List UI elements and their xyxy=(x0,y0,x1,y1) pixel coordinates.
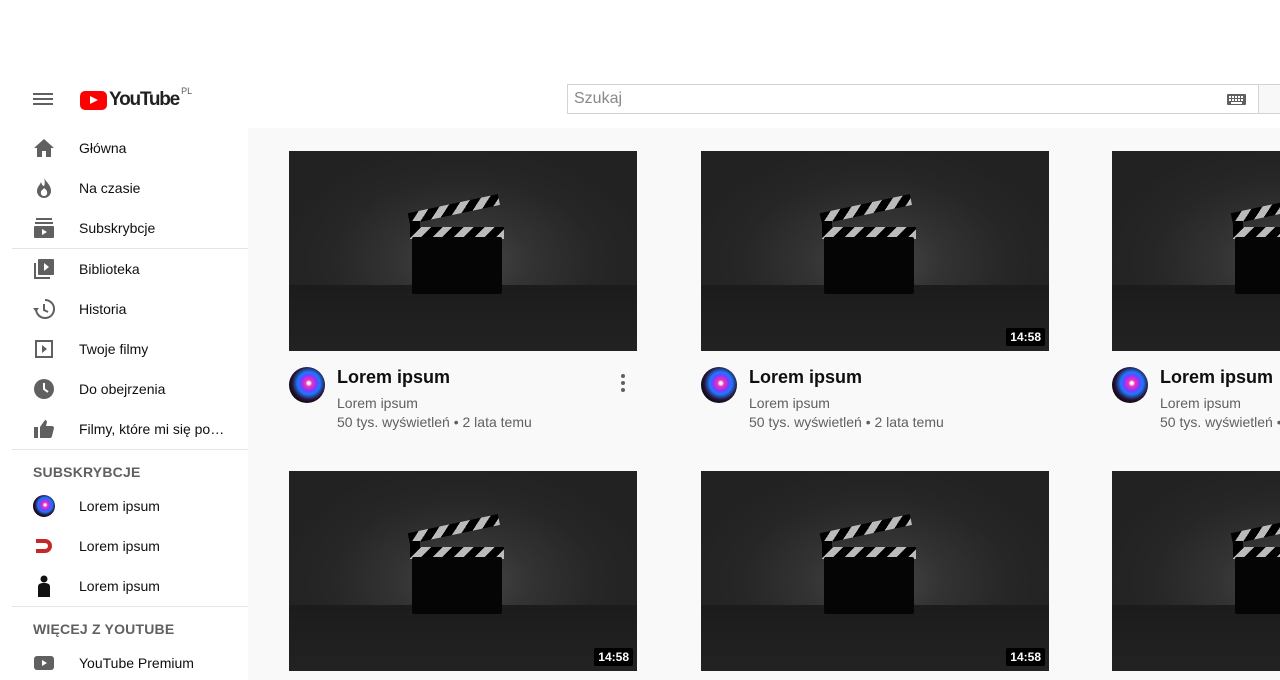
duration-badge: 14:58 xyxy=(594,648,633,666)
video-thumbnail[interactable] xyxy=(289,151,637,351)
channel-avatar[interactable] xyxy=(1112,367,1148,403)
sidebar-item-library[interactable]: Biblioteka xyxy=(12,249,248,289)
trending-icon xyxy=(32,176,56,200)
duration-badge: 14:58 xyxy=(1006,328,1045,346)
clapperboard-icon xyxy=(407,514,504,617)
library-icon xyxy=(32,257,56,281)
sidebar-item-label: Subskrybcje xyxy=(79,220,156,236)
video-thumbnail[interactable]: 14:58 xyxy=(701,151,1049,351)
person-icon xyxy=(32,574,56,598)
watch-later-icon xyxy=(32,377,56,401)
logo-text: YouTube xyxy=(109,89,180,110)
video-meta: Lorem ipsum Lorem ipsum 50 tys. wyświetl… xyxy=(1112,367,1280,437)
more-options-icon[interactable] xyxy=(615,371,631,395)
sidebar-item-label: Lorem ipsum xyxy=(79,498,160,514)
video-title[interactable]: Lorem ipsum xyxy=(337,367,450,388)
video-stats: 50 tys. wyświetleń • 2 lata temu xyxy=(1160,414,1280,430)
video-stats: 50 tys. wyświetleń • 2 lata temu xyxy=(337,414,532,430)
sidebar-item-history[interactable]: Historia xyxy=(12,289,248,329)
sidebar-item-label: Lorem ipsum xyxy=(79,538,160,554)
sidebar-item-watch-later[interactable]: Do obejrzenia xyxy=(12,369,248,409)
subscriptions-section-title: SUBSKRYBCJE xyxy=(33,464,141,480)
sidebar-item-label: Biblioteka xyxy=(79,261,140,277)
your-videos-icon xyxy=(32,337,56,361)
magnet-icon xyxy=(32,534,56,558)
clapperboard-icon xyxy=(819,194,916,297)
video-title[interactable]: Lorem ipsum xyxy=(1160,367,1273,388)
video-grid: Lorem ipsum Lorem ipsum 50 tys. wyświetl… xyxy=(248,128,1280,680)
video-thumbnail[interactable]: 14:58 xyxy=(701,471,1049,671)
search-input[interactable] xyxy=(574,85,1214,113)
video-meta: Lorem ipsum Lorem ipsum 50 tys. wyświetl… xyxy=(289,367,637,437)
video-meta: Lorem ipsum Lorem ipsum 50 tys. wyświetl… xyxy=(701,367,1049,437)
duration-badge: 14:58 xyxy=(1006,648,1045,666)
sidebar-item-label: Historia xyxy=(79,301,127,317)
channel-avatar-icon xyxy=(32,494,56,518)
sidebar-subscription-item[interactable]: Lorem ipsum xyxy=(12,566,248,606)
clapperboard-icon xyxy=(819,514,916,617)
youtube-logo[interactable]: YouTube PL xyxy=(80,86,193,111)
video-thumbnail[interactable] xyxy=(1112,151,1280,351)
video-thumbnail[interactable] xyxy=(1112,471,1280,671)
clapperboard-icon xyxy=(1230,194,1280,297)
channel-avatar[interactable] xyxy=(701,367,737,403)
sidebar-item-label: Lorem ipsum xyxy=(79,578,160,594)
sidebar-item-label: Do obejrzenia xyxy=(79,381,166,397)
video-stats: 50 tys. wyświetleń • 2 lata temu xyxy=(749,414,944,430)
sidebar-item-label: Filmy, które mi się podobają xyxy=(79,421,229,437)
clapperboard-icon xyxy=(1230,514,1280,617)
youtube-play-icon xyxy=(80,90,107,110)
sidebar-item-label: Na czasie xyxy=(79,180,141,196)
sidebar-item-trending[interactable]: Na czasie xyxy=(12,168,248,208)
keyboard-icon[interactable] xyxy=(1227,94,1246,105)
sidebar-item-liked[interactable]: Filmy, które mi się podobają xyxy=(12,409,248,449)
home-icon xyxy=(32,136,56,160)
sidebar-item-label: YouTube Premium xyxy=(79,655,194,671)
channel-avatar[interactable] xyxy=(289,367,325,403)
masthead: YouTube PL xyxy=(0,72,1280,128)
sidebar-item-home[interactable]: Główna xyxy=(12,128,248,168)
youtube-premium-icon xyxy=(32,651,56,675)
history-icon xyxy=(32,297,56,321)
sidebar-item-subscriptions[interactable]: Subskrybcje xyxy=(12,208,248,248)
hamburger-menu-icon[interactable] xyxy=(32,90,56,110)
search-box xyxy=(567,84,1259,114)
video-title[interactable]: Lorem ipsum xyxy=(749,367,862,388)
sidebar: Główna Na czasie Subskrybcje Biblioteka … xyxy=(12,128,248,680)
video-thumbnail[interactable]: 14:58 xyxy=(289,471,637,671)
channel-name[interactable]: Lorem ipsum xyxy=(749,395,830,411)
sidebar-item-label: Główna xyxy=(79,140,127,156)
search-button[interactable] xyxy=(1259,84,1280,114)
logo-region: PL xyxy=(181,86,193,96)
sidebar-subscription-item[interactable]: Lorem ipsum xyxy=(12,486,248,526)
channel-name[interactable]: Lorem ipsum xyxy=(1160,395,1241,411)
sidebar-item-youtube-premium[interactable]: YouTube Premium xyxy=(12,643,248,680)
channel-name[interactable]: Lorem ipsum xyxy=(337,395,418,411)
clapperboard-icon xyxy=(407,194,504,297)
sidebar-item-your-videos[interactable]: Twoje filmy xyxy=(12,329,248,369)
sidebar-item-label: Twoje filmy xyxy=(79,341,149,357)
sidebar-subscription-item[interactable]: Lorem ipsum xyxy=(12,526,248,566)
liked-icon xyxy=(32,417,56,441)
subscriptions-icon xyxy=(32,216,56,240)
more-from-youtube-title: WIĘCEJ Z YOUTUBE xyxy=(33,621,175,637)
